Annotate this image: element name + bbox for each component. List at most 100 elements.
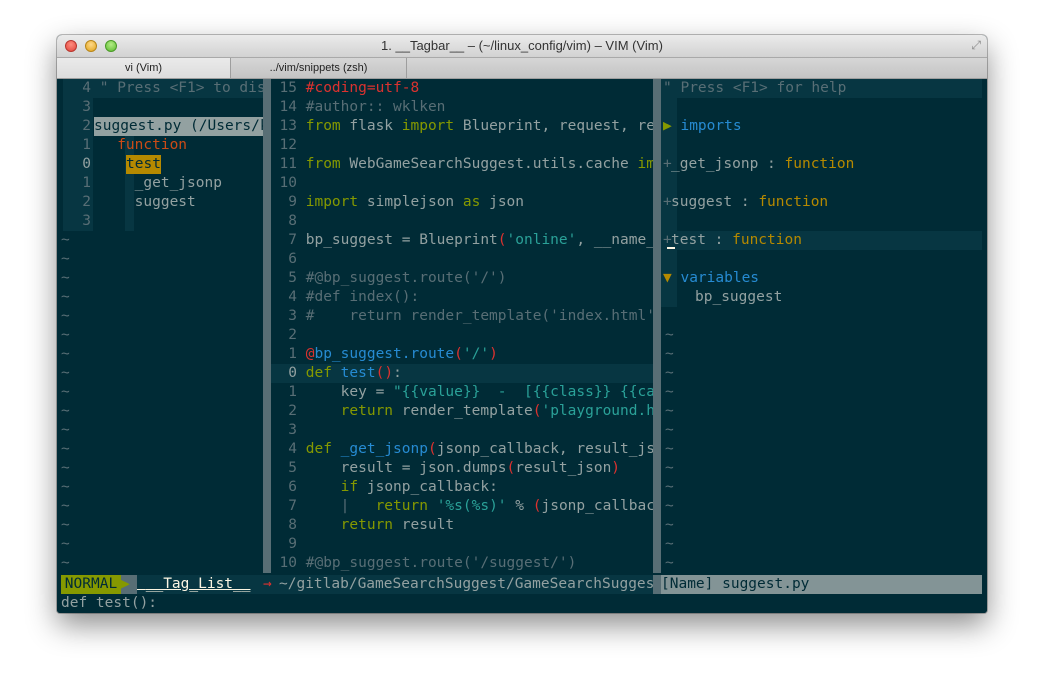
tagbar-tag-get-jsonp[interactable]: _get_jsonp : function <box>671 155 854 174</box>
code-line: 13 from flask import Blueprint, request,… <box>279 118 653 134</box>
code-line: 6 if jsonp_callback: <box>288 479 498 495</box>
code-line-current: 0 def test(): <box>288 365 402 381</box>
file-path-status: ~/gitlab/GameSearchSuggest/GameSearchSug… <box>279 575 653 594</box>
vim-window: 1. __Tagbar__ – (~/linux_config/vim) – V… <box>57 35 987 613</box>
empty-line-tilde: ~ <box>61 479 70 495</box>
code-line: 4 def _get_jsonp(jsonp_callback, result_… <box>288 441 653 457</box>
code-line: 14 #author:: wklken <box>279 99 446 115</box>
empty-line-tilde: ~ <box>665 460 674 476</box>
text-cursor <box>667 247 675 249</box>
taglist-status: __Tag_List__ <box>137 575 263 594</box>
taglist-tag-test[interactable]: test <box>126 155 161 174</box>
taglist-pane[interactable]: 4 " Press <F1> to displ 3 2 suggest.py (… <box>57 79 263 573</box>
code-line: 1 @bp_suggest.route('/') <box>288 346 498 362</box>
plus-icon: + <box>663 156 672 172</box>
empty-line-tilde: ~ <box>61 308 70 324</box>
code-line: 15 #coding=utf-8 <box>279 80 420 96</box>
empty-line-tilde: ~ <box>665 403 674 419</box>
left-line: 0 <box>82 156 91 172</box>
tagbar-kind-variables[interactable]: ▼ variables <box>663 269 759 288</box>
empty-line-tilde: ~ <box>665 555 674 571</box>
editor-pane[interactable]: 15 #coding=utf-8 14 #author:: wklken 13 … <box>271 79 653 573</box>
empty-line-tilde: ~ <box>665 346 674 362</box>
tab-vi[interactable]: vi (Vim) <box>57 58 231 78</box>
empty-line-tilde: ~ <box>665 422 674 438</box>
empty-line-tilde: ~ <box>665 365 674 381</box>
code-line: 9 import simplejson as json <box>288 194 525 210</box>
empty-line-tilde: ~ <box>61 384 70 400</box>
tagbar-pane[interactable]: " Press <F1> for help ▶ imports _get_jso… <box>661 79 987 573</box>
empty-line-tilde: ~ <box>61 517 70 533</box>
empty-line-tilde: ~ <box>61 327 70 343</box>
fullscreen-icon[interactable]: ⤢ <box>971 38 981 53</box>
taglist-tag-suggest[interactable]: suggest <box>135 194 196 210</box>
mode-indicator: NORMAL <box>61 575 121 594</box>
code-line: 7 bp_suggest = Blueprint('online', __nam… <box>288 232 653 248</box>
tagbar-kind-imports[interactable]: ▶ imports <box>663 117 742 136</box>
code-line: 9 <box>288 536 297 552</box>
tagbar-status: [Name] suggest.py <box>661 575 982 594</box>
empty-line-tilde: ~ <box>665 498 674 514</box>
powerline-arrow-icon: ▶ <box>121 575 137 594</box>
code-line: 3 # return render_template('index.html') <box>288 308 653 324</box>
status-arrow-icon: → <box>263 575 279 594</box>
left-line: 1 function <box>82 137 188 153</box>
empty-line-tilde: ~ <box>61 403 70 419</box>
taglist-file-header[interactable]: suggest.py (/Users/ke <box>94 117 263 136</box>
tagbar-tag-bp-suggest[interactable]: bp_suggest <box>695 288 782 307</box>
title-bar: 1. __Tagbar__ – (~/linux_config/vim) – V… <box>57 35 987 58</box>
code-line: 8 <box>288 213 297 229</box>
empty-line-tilde: ~ <box>61 251 70 267</box>
empty-line-tilde: ~ <box>665 536 674 552</box>
empty-line-tilde: ~ <box>61 555 70 571</box>
tagbar-help: " Press <F1> for help <box>663 80 847 96</box>
code-line: 4 #def index(): <box>288 289 420 305</box>
vertical-split-right[interactable] <box>653 79 661 573</box>
window-title: 1. __Tagbar__ – (~/linux_config/vim) – V… <box>381 38 663 53</box>
code-line: 12 <box>279 137 297 153</box>
empty-line-tilde: ~ <box>61 365 70 381</box>
empty-line-tilde: ~ <box>665 517 674 533</box>
left-line: 2 <box>82 118 91 134</box>
empty-line-tilde: ~ <box>665 384 674 400</box>
code-line: 5 result = json.dumps(result_json) <box>288 460 621 476</box>
code-line: 10 <box>279 175 297 191</box>
empty-line-tilde: ~ <box>61 422 70 438</box>
tagbar-tag-test[interactable]: test : function <box>671 231 802 250</box>
empty-line-tilde: ~ <box>61 289 70 305</box>
empty-line-tilde: ~ <box>61 441 70 457</box>
empty-line-tilde: ~ <box>61 270 70 286</box>
tagbar-tag-suggest[interactable]: suggest : function <box>671 193 828 212</box>
code-line: 10 #@bp_suggest.route('/suggest/') <box>279 555 577 571</box>
code-line: 8 return result <box>288 517 455 533</box>
tab-bar: vi (Vim) ../vim/snippets (zsh) <box>57 58 987 79</box>
empty-line-tilde: ~ <box>665 479 674 495</box>
empty-line-tilde: ~ <box>61 460 70 476</box>
taglist-group-function[interactable]: function <box>117 137 187 153</box>
code-line: 7 | return '%s(%s)' % (jsonp_callback, r <box>288 498 653 514</box>
left-line: 3 <box>82 213 91 229</box>
empty-line-tilde: ~ <box>61 232 70 248</box>
empty-line-tilde: ~ <box>665 441 674 457</box>
left-line: 2 suggest <box>82 194 196 210</box>
vertical-split-left[interactable] <box>263 79 271 573</box>
code-line: 3 <box>288 422 297 438</box>
command-line[interactable]: def test(): <box>61 594 157 613</box>
tab-zsh[interactable]: ../vim/snippets (zsh) <box>231 58 407 78</box>
code-line: 6 <box>288 251 297 267</box>
plus-icon: + <box>663 194 672 210</box>
code-line: 5 #@bp_suggest.route('/') <box>288 270 507 286</box>
taglist-tag-get-jsonp[interactable]: _get_jsonp <box>135 175 222 191</box>
left-line: 3 <box>82 99 91 115</box>
empty-line-tilde: ~ <box>61 536 70 552</box>
empty-line-tilde: ~ <box>665 327 674 343</box>
code-line: 11 from WebGameSearchSuggest.utils.cache… <box>279 156 653 172</box>
left-line: 4 " Press <F1> to displ <box>82 80 263 96</box>
empty-line-tilde: ~ <box>61 346 70 362</box>
empty-line-tilde: ~ <box>61 498 70 514</box>
status-separator <box>653 575 661 594</box>
code-line: 1 key = "{{value}} - [{{class}} {{catego <box>288 384 653 400</box>
code-line: 2 <box>288 327 297 343</box>
left-line: 1 _get_jsonp <box>82 175 222 191</box>
terminal-area[interactable]: 4 " Press <F1> to displ 3 2 suggest.py (… <box>57 79 987 613</box>
